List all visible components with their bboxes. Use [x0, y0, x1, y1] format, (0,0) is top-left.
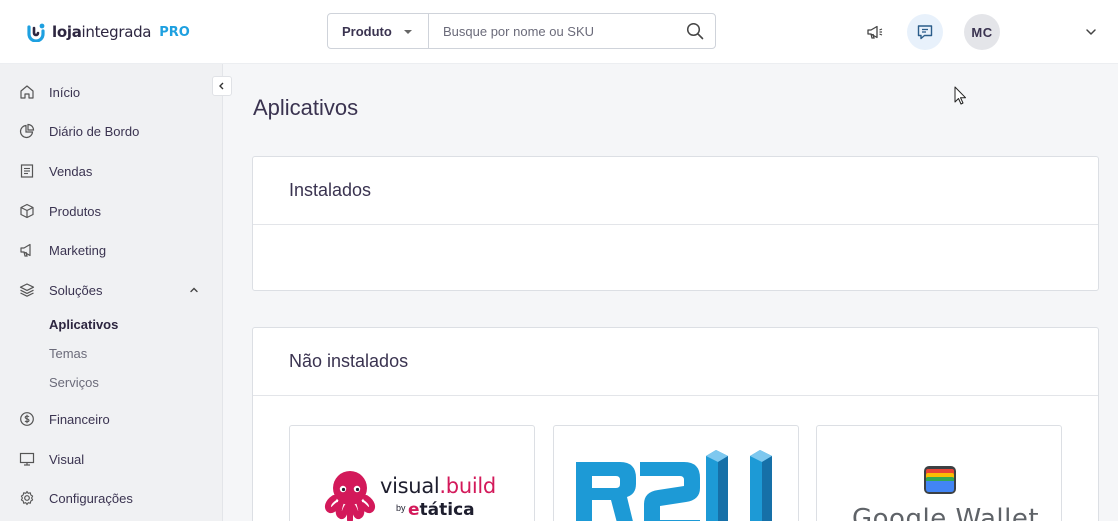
sidebar-item-marketing[interactable]: Marketing	[0, 232, 223, 268]
sidebar-item-produtos[interactable]: Produtos	[0, 193, 223, 229]
dollar-icon	[20, 412, 34, 426]
octopus-logo-icon	[324, 471, 376, 521]
avatar[interactable]: MC	[964, 14, 1000, 50]
logo[interactable]: lojaintegrada PRO	[26, 20, 190, 44]
search-category-select[interactable]: Produto	[328, 14, 429, 48]
sidebar-item-label: Configurações	[49, 490, 133, 506]
installed-apps-heading: Instalados	[253, 157, 1098, 225]
r2u-logo-icon	[576, 450, 772, 521]
app-card-r2u[interactable]	[553, 425, 799, 521]
app-card-google-wallet[interactable]: Google Wallet	[816, 425, 1062, 521]
chat-icon	[917, 25, 933, 40]
pie-chart-icon	[19, 123, 35, 139]
app-by-label: by	[396, 503, 406, 513]
sidebar-item-label: Diário de Bordo	[49, 123, 140, 139]
chevron-up-icon	[190, 287, 198, 293]
sidebar-item-label: Produtos	[49, 203, 102, 219]
app-brand-etatica: etática	[408, 500, 475, 520]
sidebar-item-solucoes[interactable]: Soluções	[0, 272, 223, 308]
not-installed-apps-heading: Não instalados	[253, 328, 1098, 396]
search-button[interactable]	[675, 14, 715, 48]
layers-icon	[19, 283, 35, 297]
app-name-visual-build: visual.build	[380, 474, 496, 498]
search-icon	[686, 22, 704, 40]
megaphone-icon	[867, 25, 883, 39]
monitor-icon	[19, 452, 35, 466]
sidebar-subitem-servicos[interactable]: Serviços	[49, 375, 99, 390]
search-bar: Produto	[327, 13, 716, 49]
logo-mark-icon	[27, 23, 45, 42]
sidebar-item-visual[interactable]: Visual	[0, 441, 223, 477]
sidebar-subitem-temas[interactable]: Temas	[49, 346, 87, 361]
sidebar-item-label: Visual	[49, 451, 85, 467]
mouse-cursor-icon	[954, 86, 966, 105]
sidebar-item-vendas[interactable]: Vendas	[0, 153, 223, 189]
sidebar-subitem-aplicativos[interactable]: Aplicativos	[49, 317, 118, 332]
sidebar-item-label: Vendas	[49, 163, 93, 179]
logo-pro-badge: PRO	[159, 24, 190, 40]
receipt-icon	[20, 164, 34, 178]
logo-text: lojaintegrada	[52, 23, 152, 41]
app-card-visual-build[interactable]: visual.build by etática	[289, 425, 535, 521]
megaphone-icon	[20, 243, 31, 257]
app-name-google-wallet: Google Wallet	[852, 504, 1040, 521]
search-category-label: Produto	[342, 23, 392, 39]
sidebar-item-label: Início	[49, 84, 81, 100]
page-title: Aplicativos	[253, 95, 359, 120]
announcements-button[interactable]	[857, 14, 893, 50]
top-header: lojaintegrada PRO Produto Busque por nom…	[0, 0, 1118, 64]
sidebar-item-inicio[interactable]: Início	[0, 74, 223, 110]
sidebar-item-label: Soluções	[49, 282, 103, 298]
sidebar-item-financeiro[interactable]: Financeiro	[0, 401, 223, 437]
sidebar-collapse-button[interactable]	[212, 76, 232, 96]
search-input[interactable]	[429, 14, 675, 48]
caret-down-icon	[404, 30, 412, 34]
home-icon	[20, 85, 34, 99]
sidebar-item-configuracoes[interactable]: Configurações	[0, 480, 223, 516]
installed-apps-card: Instalados	[252, 156, 1099, 291]
chevron-down-icon[interactable]	[1083, 24, 1099, 40]
box-icon	[20, 203, 34, 219]
sidebar-item-diario-de-bordo[interactable]: Diário de Bordo	[0, 113, 223, 149]
wallet-logo-icon	[924, 466, 956, 494]
chat-button[interactable]	[907, 14, 943, 50]
gear-icon	[20, 490, 34, 506]
sidebar-item-label: Financeiro	[49, 411, 110, 427]
sidebar-item-label: Marketing	[49, 242, 107, 258]
chevron-left-icon	[219, 82, 224, 90]
